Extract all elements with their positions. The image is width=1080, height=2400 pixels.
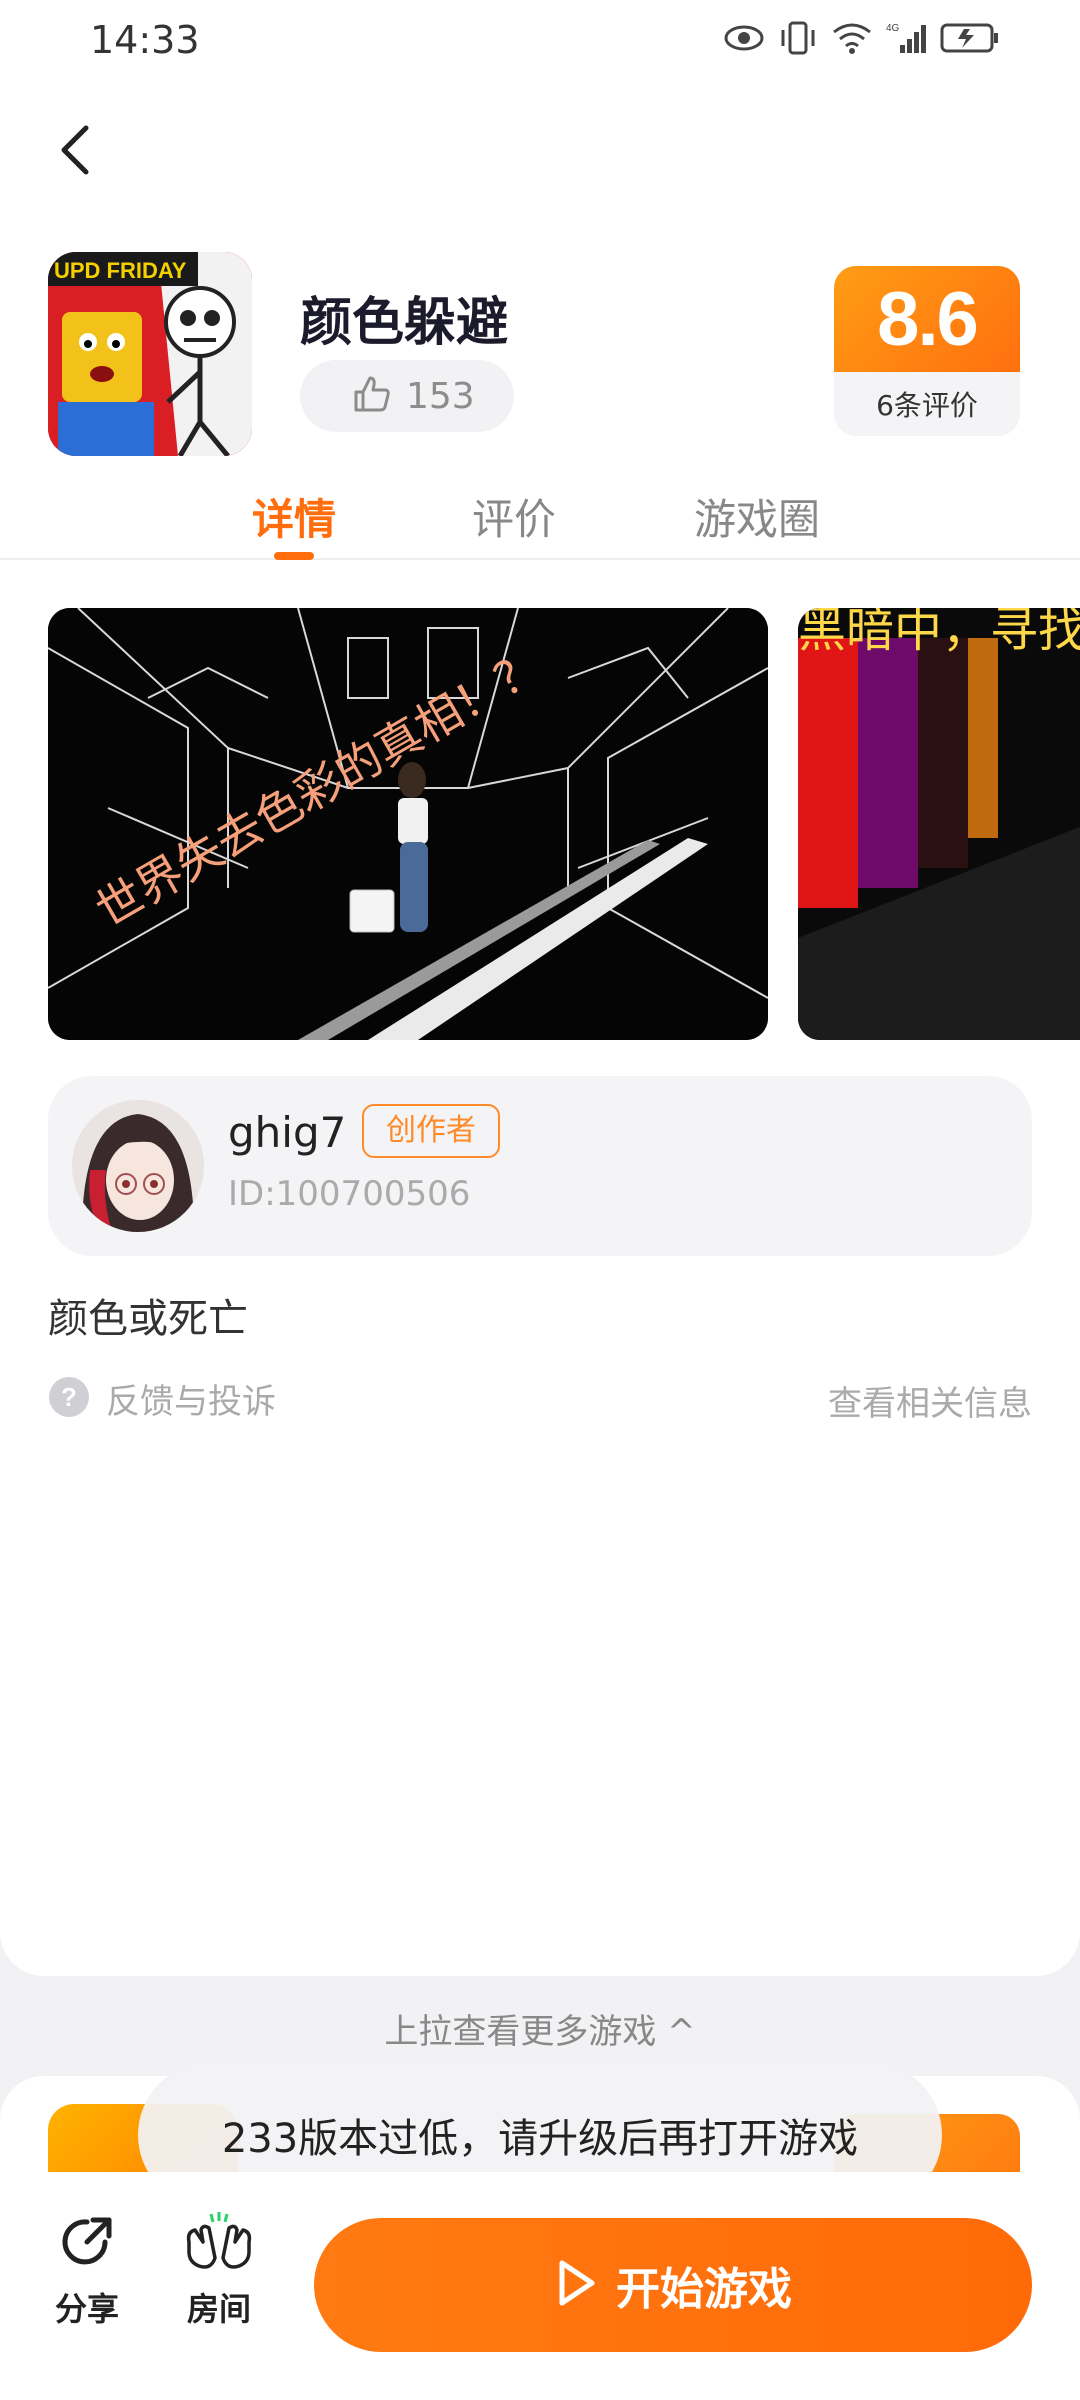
status-bar: 14:33 4G <box>0 0 1080 80</box>
rating-score: 8.6 <box>877 276 979 362</box>
rating-card[interactable]: 8.6 6条评价 <box>834 266 1020 436</box>
start-game-button[interactable]: 开始游戏 <box>314 2218 1032 2352</box>
svg-text:?: ? <box>61 1382 77 1412</box>
related-info-link[interactable]: 查看相关信息 <box>828 1376 1032 1425</box>
start-game-label: 开始游戏 <box>616 2264 792 2315</box>
tab-underline <box>274 552 314 560</box>
creator-name: ghig7 <box>228 1108 347 1157</box>
creator-id: ID:100700506 <box>228 1174 471 1214</box>
status-icons: 4G <box>724 18 1000 62</box>
tab-game-circle[interactable]: 游戏圈 <box>694 486 820 547</box>
feedback-label: 反馈与投诉 <box>106 1382 276 1422</box>
share-icon <box>57 2217 117 2276</box>
more-games-hint[interactable]: 上拉查看更多游戏 ^ <box>0 2004 1080 2053</box>
screenshot-2-caption: 黑暗中，寻找 <box>798 608 1080 658</box>
tab-details[interactable]: 详情 <box>252 486 336 547</box>
svg-text:4G: 4G <box>886 23 900 34</box>
screenshot-1[interactable]: 世界失去色彩的真相！？ <box>48 608 768 1040</box>
room-label: 房间 <box>186 2290 251 2328</box>
room-button[interactable]: 房间 <box>174 2212 264 2330</box>
avatar[interactable] <box>72 1100 204 1232</box>
play-icon <box>554 2259 598 2311</box>
screenshot-2[interactable]: 黑暗中，寻找 <box>798 608 1080 1040</box>
signal-icon: 4G <box>886 21 926 59</box>
rating-count: 6条评价 <box>876 389 978 422</box>
screenshot-gallery[interactable]: 世界失去色彩的真相！？ 黑暗中，寻找 <box>0 608 1080 1040</box>
thumbs-up-icon <box>352 374 392 418</box>
back-button[interactable] <box>52 120 102 180</box>
tab-bar: 详情 评价 游戏圈 <box>0 480 1080 560</box>
eye-icon <box>724 23 764 57</box>
detail-card: UPD FRIDAY 颜色躲避 153 8.6 6条评价 详情 评价 游戏圈 世… <box>0 80 1080 1976</box>
back-arrow-icon <box>61 125 89 175</box>
help-circle-icon: ? <box>48 1376 90 1422</box>
share-label: 分享 <box>54 2290 119 2328</box>
vibrate-icon <box>778 20 818 60</box>
wifi-icon <box>832 22 872 58</box>
room-hands-icon <box>181 2212 257 2276</box>
share-button[interactable]: 分享 <box>42 2212 132 2330</box>
app-icon-banner: UPD FRIDAY <box>54 258 187 283</box>
app-icon: UPD FRIDAY <box>48 252 252 456</box>
creator-badge: 创作者 <box>362 1104 500 1158</box>
bottom-action-bar: 分享 房间 开始游戏 <box>0 2172 1080 2400</box>
rating-score-box: 8.6 <box>834 266 1020 372</box>
like-button[interactable]: 153 <box>300 360 514 432</box>
game-description: 颜色或死亡 <box>48 1296 248 1342</box>
battery-icon <box>940 22 1000 58</box>
tab-reviews[interactable]: 评价 <box>472 486 556 547</box>
app-title: 颜色躲避 <box>300 293 509 353</box>
creator-card[interactable]: ghig7 创作者 ID:100700506 <box>48 1076 1032 1256</box>
status-time: 14:33 <box>90 18 200 62</box>
feedback-link[interactable]: ? 反馈与投诉 <box>48 1374 276 1423</box>
like-count: 153 <box>406 375 475 417</box>
